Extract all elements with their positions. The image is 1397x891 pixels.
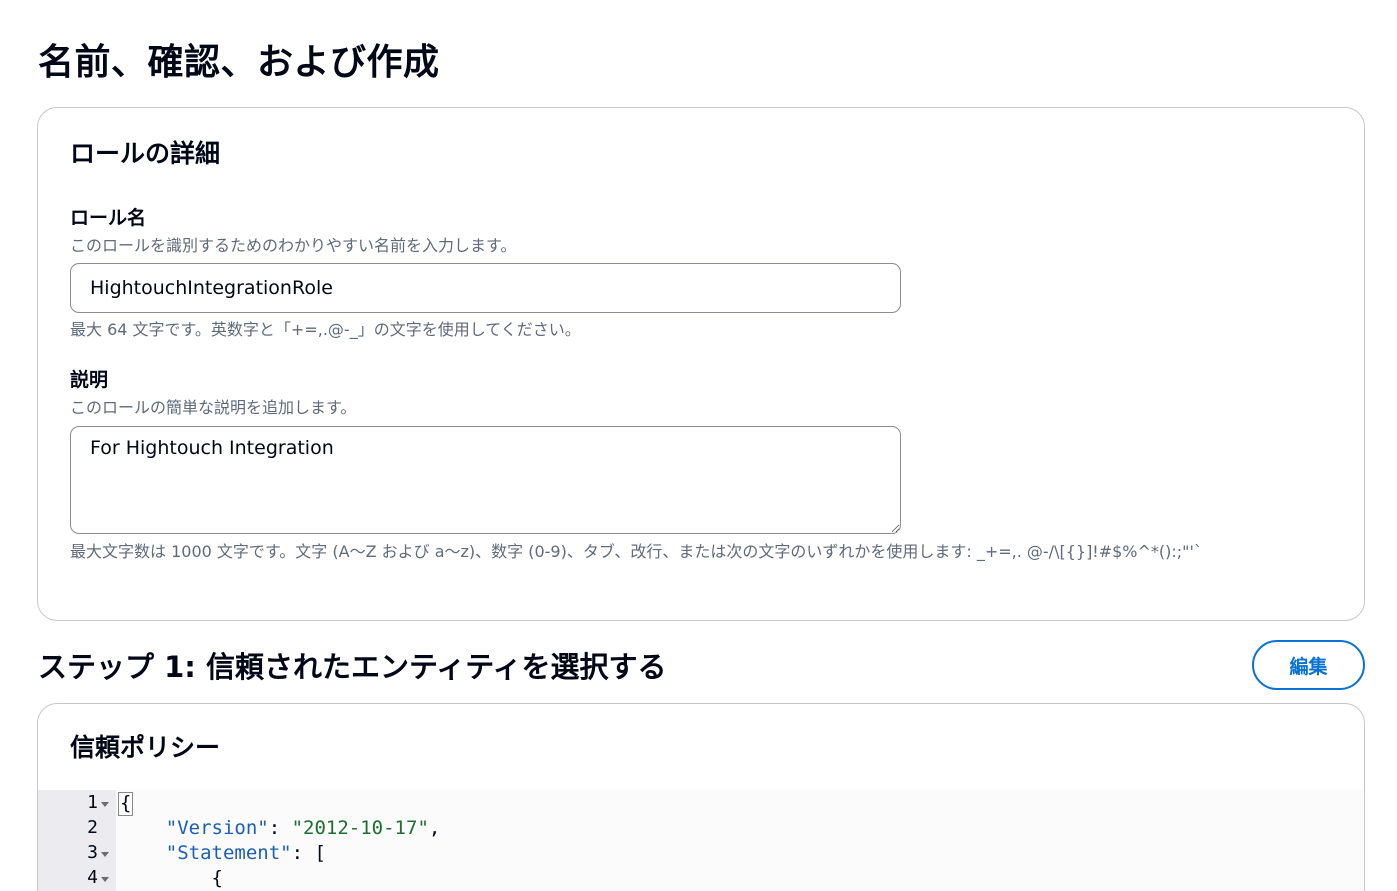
page-title: 名前、確認、および作成 (38, 42, 440, 83)
role-details-panel: ロールの詳細 ロール名 このロールを識別するためのわかりやすい名前を入力します。… (37, 107, 1365, 621)
role-details-heading: ロールの詳細 (70, 139, 221, 168)
line-number: 1 (87, 792, 98, 813)
description-label: 説明 (70, 369, 109, 391)
role-name-description: このロールを識別するためのわかりやすい名前を入力します。 (70, 236, 517, 255)
line-number: 2 (87, 817, 98, 838)
role-name-input[interactable] (70, 263, 901, 313)
trust-policy-heading: 信頼ポリシー (70, 733, 221, 762)
code-line: { (120, 792, 132, 814)
code-line: "Version": "2012-10-17", (165, 817, 441, 839)
edit-button[interactable]: 編集 (1252, 640, 1365, 690)
line-number: 4 (87, 867, 98, 888)
step1-title: ステップ 1: 信頼されたエンティティを選択する (38, 650, 667, 684)
code-line: { (211, 867, 223, 889)
role-name-constraint: 最大 64 文字です。英数字と「+=,.@-_」の文字を使用してください。 (70, 320, 581, 339)
description-textarea[interactable]: For Hightouch Integration (70, 426, 901, 534)
description-constraint: 最大文字数は 1000 文字です。文字 (A〜Z および a〜z)、数字 (0-… (70, 542, 1202, 561)
page: 名前、確認、および作成 ロールの詳細 ロール名 このロールを識別するためのわかり… (0, 0, 1397, 891)
description-description: このロールの簡単な説明を追加します。 (70, 398, 357, 417)
line-number: 3 (87, 842, 98, 863)
fold-arrow-icon[interactable] (101, 852, 109, 857)
code-line: "Statement": [ (165, 842, 326, 864)
trust-policy-panel: 信頼ポリシー 1 { 2 "Version": "2012-10-17", 3 … (37, 703, 1365, 891)
role-name-label: ロール名 (70, 207, 147, 229)
fold-arrow-icon[interactable] (101, 877, 109, 882)
fold-arrow-icon[interactable] (101, 802, 109, 807)
code-editor[interactable]: 1 { 2 "Version": "2012-10-17", 3 "Statem… (38, 790, 1364, 891)
